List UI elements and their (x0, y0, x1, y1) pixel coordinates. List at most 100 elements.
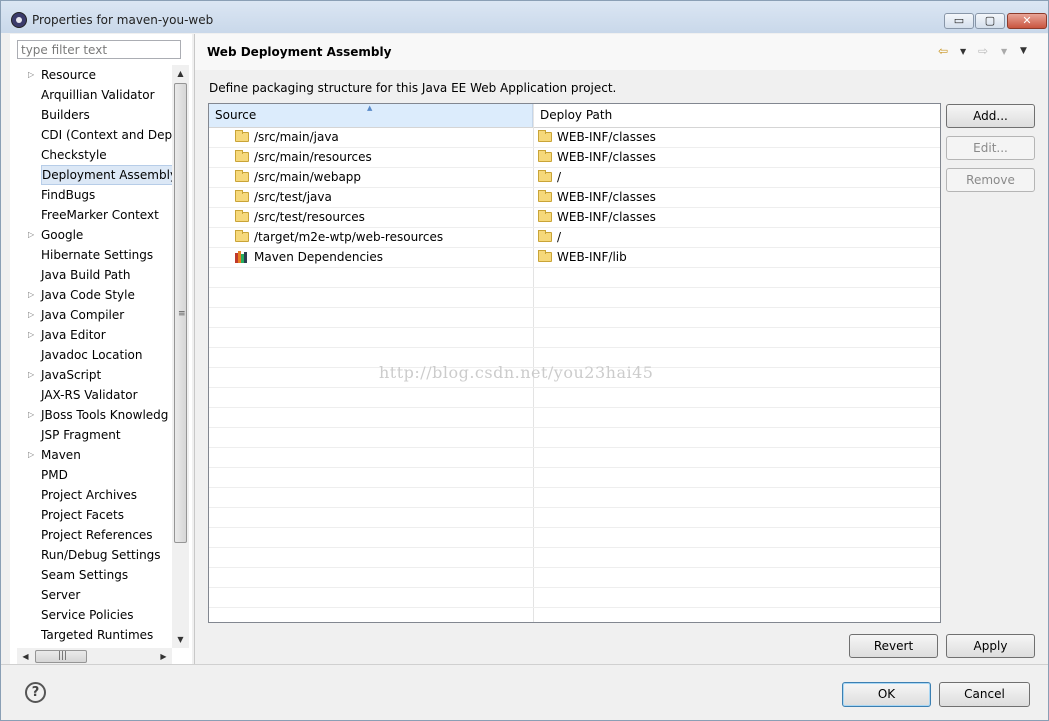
column-header-deploy-path[interactable]: Deploy Path (533, 104, 940, 127)
source-cell: /src/main/resources (235, 148, 372, 167)
expand-triangle-icon[interactable]: ▷ (28, 405, 34, 425)
sidebar-item[interactable]: Targeted Runtimes (10, 625, 172, 645)
sidebar-item[interactable]: CDI (Context and Dep (10, 125, 172, 145)
sidebar-item[interactable]: ▷ JBoss Tools Knowledg (10, 405, 172, 425)
ok-button[interactable]: OK (842, 682, 931, 707)
cancel-button[interactable]: Cancel (939, 682, 1030, 707)
deploy-path-label: WEB-INF/classes (557, 150, 656, 164)
sidebar-item[interactable]: Server (10, 585, 172, 605)
view-menu-chevron-down-icon[interactable]: ▼ (1020, 46, 1027, 56)
scroll-right-icon[interactable]: ▶ (155, 648, 172, 665)
sidebar-item[interactable]: Project References (10, 525, 172, 545)
sidebar-item[interactable]: FindBugs (10, 185, 172, 205)
sidebar-item[interactable]: Seam Settings (10, 565, 172, 585)
scroll-down-icon[interactable]: ▼ (172, 631, 189, 648)
deploy-path-label: WEB-INF/classes (557, 190, 656, 204)
deploy-path-cell: / (538, 228, 561, 247)
remove-button[interactable]: Remove (946, 168, 1035, 192)
filter-input[interactable] (17, 40, 181, 59)
sidebar-item[interactable]: Hibernate Settings (10, 245, 172, 265)
expand-triangle-icon[interactable]: ▷ (28, 325, 34, 345)
deploy-path-cell: WEB-INF/lib (538, 248, 627, 267)
sidebar-item[interactable]: ▷ Java Compiler (10, 305, 172, 325)
apply-button[interactable]: Apply (946, 634, 1035, 658)
table-row[interactable]: /src/main/resources WEB-INF/classes (209, 148, 940, 168)
table-row[interactable]: /src/main/java WEB-INF/classes (209, 128, 940, 148)
table-row[interactable]: /src/test/java WEB-INF/classes (209, 188, 940, 208)
sidebar: ▷ Resource Arquillian Validator Builders CDI… (10, 34, 192, 665)
sidebar-item-label: Hibernate Settings (41, 248, 154, 262)
expand-triangle-icon[interactable]: ▷ (28, 285, 34, 305)
sidebar-item[interactable]: Project Archives (10, 485, 172, 505)
sidebar-item[interactable]: JSP Fragment (10, 425, 172, 445)
sidebar-item[interactable]: Checkstyle (10, 145, 172, 165)
sidebar-item[interactable]: Run/Debug Settings (10, 545, 172, 565)
empty-table-row (209, 308, 940, 328)
sidebar-item[interactable]: JAX-RS Validator (10, 385, 172, 405)
source-cell: /src/main/java (235, 128, 339, 147)
scroll-up-icon[interactable]: ▲ (172, 65, 189, 82)
expand-triangle-icon[interactable]: ▷ (28, 305, 34, 325)
maximize-button[interactable]: ▢ (975, 13, 1005, 29)
deploy-path-cell: WEB-INF/classes (538, 208, 656, 227)
source-cell: /src/test/resources (235, 208, 365, 227)
folder-icon (538, 210, 552, 222)
table-row[interactable]: /target/m2e-wtp/web-resources / (209, 228, 940, 248)
table-row[interactable]: /src/main/webapp / (209, 168, 940, 188)
minimize-button[interactable]: ▭ (944, 13, 974, 29)
title-bar[interactable]: Properties for maven-you-web ▭ ▢ ✕ (1, 1, 1048, 33)
close-button[interactable]: ✕ (1007, 13, 1047, 29)
sidebar-item[interactable]: Arquillian Validator (10, 85, 172, 105)
expand-triangle-icon[interactable]: ▷ (28, 225, 34, 245)
scroll-thumb[interactable]: ≡ (174, 83, 187, 543)
scroll-thumb-horizontal[interactable]: ||| (35, 650, 87, 663)
tree-vertical-scrollbar[interactable]: ▲ ≡ ▼ (172, 65, 189, 648)
sidebar-item-label: Checkstyle (41, 148, 107, 162)
sidebar-item[interactable]: ▷ Resource (10, 65, 172, 85)
sidebar-item[interactable]: Builders (10, 105, 172, 125)
expand-triangle-icon[interactable]: ▷ (28, 445, 34, 465)
sidebar-item-label: JAX-RS Validator (41, 388, 138, 402)
sidebar-item[interactable]: ▷ Java Code Style (10, 285, 172, 305)
empty-table-row (209, 328, 940, 348)
forward-menu-chevron-down-icon[interactable]: ▼ (1001, 47, 1007, 56)
page-description: Define packaging structure for this Java… (209, 81, 617, 95)
sidebar-item[interactable]: Javadoc Location (10, 345, 172, 365)
sidebar-item-label: Javadoc Location (41, 348, 143, 362)
deploy-path-label: / (557, 170, 562, 184)
scroll-left-icon[interactable]: ◀ (17, 648, 34, 665)
sidebar-item[interactable]: ▷ JavaScript (10, 365, 172, 385)
empty-table-row (209, 388, 940, 408)
source-label: /src/main/resources (254, 150, 372, 164)
sidebar-item[interactable]: Java Build Path (10, 265, 172, 285)
column-header-source[interactable]: ▲ Source (209, 104, 533, 127)
expand-triangle-icon[interactable]: ▷ (28, 365, 34, 385)
revert-button[interactable]: Revert (849, 634, 938, 658)
sidebar-item[interactable]: Service Policies (10, 605, 172, 625)
expand-triangle-icon[interactable]: ▷ (28, 65, 34, 85)
deploy-path-cell: / (538, 168, 561, 187)
folder-icon (538, 170, 552, 182)
source-label: Maven Dependencies (254, 250, 384, 264)
sidebar-item-label: Resource (41, 68, 97, 82)
sidebar-item[interactable]: PMD (10, 465, 172, 485)
help-icon[interactable]: ? (25, 682, 46, 703)
edit-button[interactable]: Edit... (946, 136, 1035, 160)
sidebar-item[interactable]: ▷ Maven (10, 445, 172, 465)
sidebar-item[interactable]: FreeMarker Context (10, 205, 172, 225)
add-button[interactable]: Add... (946, 104, 1035, 128)
back-arrow-icon[interactable]: ⇦ (938, 44, 948, 58)
table-row[interactable]: Maven Dependencies WEB-INF/lib (209, 248, 940, 268)
back-menu-chevron-down-icon[interactable]: ▼ (960, 47, 966, 56)
sidebar-item[interactable]: Deployment Assembly (10, 165, 172, 185)
sidebar-item[interactable]: ▷ Google (10, 225, 172, 245)
tree-horizontal-scrollbar[interactable]: ◀ ||| ▶ (17, 648, 172, 665)
sidebar-item[interactable]: Project Facets (10, 505, 172, 525)
folder-icon (538, 250, 552, 262)
table-row[interactable]: /src/test/resources WEB-INF/classes (209, 208, 940, 228)
empty-table-row (209, 568, 940, 588)
deploy-path-cell: WEB-INF/classes (538, 148, 656, 167)
sidebar-item[interactable]: ▷ Java Editor (10, 325, 172, 345)
pane-divider[interactable] (194, 34, 195, 664)
forward-arrow-icon[interactable]: ⇨ (978, 44, 988, 58)
